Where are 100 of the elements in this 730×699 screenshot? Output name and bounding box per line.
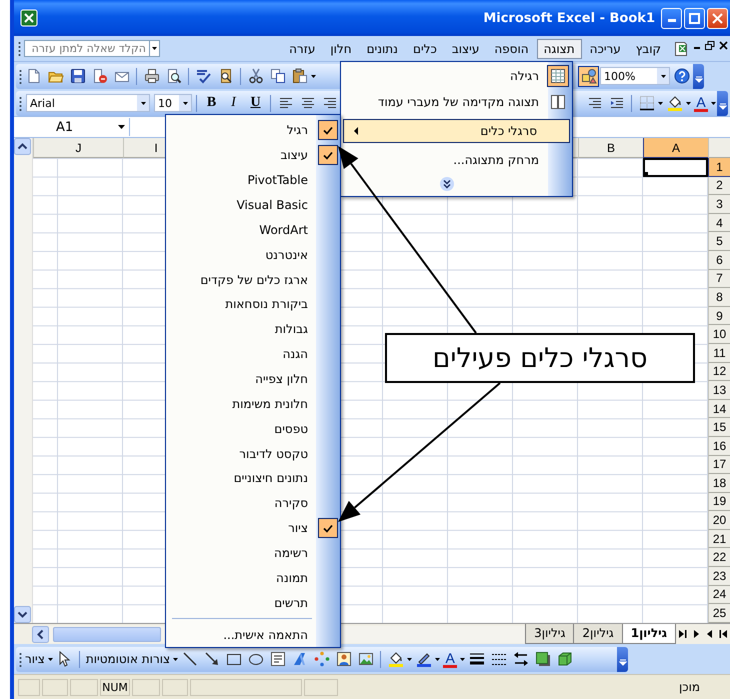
oval-icon[interactable] [248,651,264,667]
scissors-icon[interactable] [248,68,264,84]
dropdown-arrow-icon[interactable] [152,47,157,50]
help-search-field[interactable]: הקלד שאלה למתן עזרה [24,40,150,57]
menu-item[interactable]: הוספה [487,38,536,58]
menu-item[interactable]: נתונים [360,38,405,58]
menu-item[interactable]: תצוגה מקדימה של מעברי עמוד [341,89,572,115]
next-sheet-button[interactable] [693,629,700,639]
minimize-button[interactable] [661,8,682,28]
restore-icon[interactable] [705,40,715,50]
dropdown-arrow-icon[interactable] [658,102,663,104]
landscape-picture-icon[interactable] [358,651,374,667]
row-header[interactable]: 23 [708,567,730,586]
letter-shape-icon[interactable] [292,651,308,667]
two-pages-icon[interactable] [550,94,566,110]
scroll-left-button[interactable] [32,626,49,642]
italic-button[interactable]: I [223,92,244,114]
dropdown-arrow-icon[interactable] [407,658,412,660]
menu-item[interactable]: טקסט לדיבור [166,441,340,466]
menu-item[interactable]: רגילה [341,63,572,89]
column-header[interactable]: J [33,138,123,158]
menu-item[interactable]: Visual Basic [166,192,340,218]
zoom-field[interactable]: 100% [600,67,670,85]
row-header[interactable]: 11 [708,344,730,363]
first-sheet-button[interactable] [719,629,728,639]
dash-style-icon[interactable] [490,651,507,667]
menu-item[interactable]: עריכה [582,38,628,58]
menu-item[interactable]: התאמה אישית... [166,622,340,648]
row-header[interactable]: 17 [708,456,730,474]
previous-sheet-button[interactable] [706,629,713,639]
text-box-icon[interactable] [270,651,286,667]
menu-item[interactable]: תמונה [166,565,340,590]
borders-icon[interactable] [638,95,654,111]
row-header[interactable]: 12 [708,362,730,382]
new-document-icon[interactable] [26,68,42,84]
arrow-style-icon[interactable] [512,651,529,667]
page-magnifier-icon[interactable] [166,68,182,84]
menu-item[interactable]: ארגז כלים של פקדים [166,267,340,292]
row-header[interactable]: 19 [708,492,730,512]
menu-item[interactable]: WordArt [166,217,340,242]
autoshapes-menu-button[interactable]: צורות אוטומטיות [84,648,172,670]
paint-bucket-icon[interactable] [666,95,682,111]
align-left-icon[interactable] [278,95,294,111]
dropdown-arrow-icon[interactable] [140,102,146,104]
menu-item[interactable]: כלים [406,38,444,58]
row-header[interactable]: 2 [708,176,730,196]
column-header[interactable]: B [578,138,643,158]
row-header[interactable]: 10 [708,325,730,344]
align-center-icon[interactable] [300,95,316,111]
rectangle-icon[interactable] [226,651,242,667]
paint-bucket-icon[interactable] [388,651,404,667]
menu-item[interactable]: סרגלי כלים [343,119,570,143]
row-header[interactable]: 4 [708,214,730,232]
menu-item[interactable]: רשימה [166,540,340,566]
row-header[interactable]: 8 [708,288,730,307]
row-header[interactable]: 25 [708,604,730,623]
active-cell[interactable] [643,158,708,177]
menu-item[interactable]: עיצוב [444,38,486,58]
sheet-tab[interactable]: גיליון3 [525,624,574,644]
underline-button[interactable]: U [245,92,266,114]
menu-item[interactable]: מרחק מתצוגה... [341,147,572,173]
menu-item[interactable]: הגנה [166,342,340,367]
font-color-button[interactable]: A [441,648,460,670]
row-header[interactable]: 21 [708,530,730,548]
line-icon[interactable] [182,651,198,667]
row-header[interactable]: 18 [708,474,730,493]
dropdown-arrow-icon[interactable] [435,658,440,660]
row-header[interactable]: 3 [708,195,730,214]
last-sheet-button[interactable] [678,629,687,639]
maximize-icon[interactable] [689,12,700,24]
brush-icon[interactable] [416,651,432,667]
align-right-icon[interactable] [322,95,338,111]
shadow-icon[interactable] [534,651,551,667]
row-header[interactable]: 1 [708,158,730,177]
vertical-scrollbar[interactable] [14,138,33,623]
menu-item[interactable]: ביקורת נוסחאות [166,292,340,317]
menu-item[interactable]: חלונית משימות [166,391,340,416]
copy-icon[interactable] [270,68,286,84]
workbook-icon[interactable] [673,40,689,56]
name-box[interactable]: A1 [14,118,130,136]
menu-item[interactable]: PivotTable [166,168,340,193]
font-name-field[interactable]: Arial [26,94,150,112]
dropdown-arrow-icon[interactable] [173,658,178,660]
dropdown-arrow-icon[interactable] [48,658,53,660]
row-header[interactable]: 9 [708,306,730,326]
document-badge-icon[interactable] [92,68,108,84]
clipboard-icon[interactable] [292,68,308,84]
dropdown-arrow-icon[interactable] [686,102,691,104]
dropdown-arrow-icon[interactable] [660,74,666,78]
menu-item[interactable]: טפסים [166,416,340,442]
sheet-tab[interactable]: גיליון2 [573,624,623,644]
dropdown-arrow-icon[interactable] [182,102,188,104]
scrollbar-thumb[interactable] [53,626,161,642]
row-header[interactable]: 15 [708,418,730,437]
sheet-tab[interactable]: גיליון1 [622,624,676,644]
dropdown-arrow-icon[interactable] [118,125,125,129]
scroll-up-button[interactable] [14,138,31,155]
menu-item[interactable]: גבולות [166,316,340,342]
maximize-button[interactable] [684,8,705,28]
close-icon[interactable] [719,40,728,50]
